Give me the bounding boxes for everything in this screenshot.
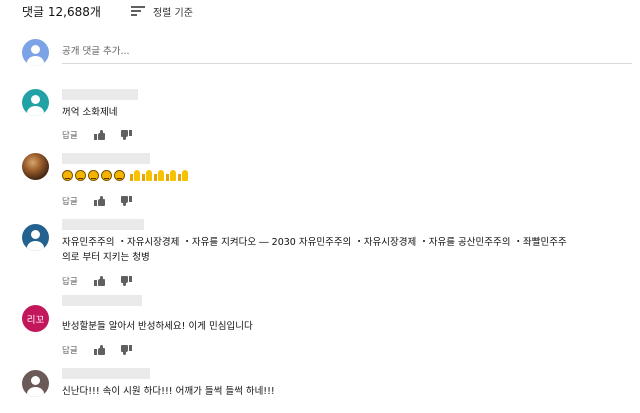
comment-text: 신난다!!! 속이 시원 하다!!! 어깨가 들썩 들썩 하네!!! bbox=[62, 386, 275, 397]
thumbs-up-emoji-icon bbox=[130, 170, 141, 181]
comment-actions: 답글 bbox=[62, 275, 132, 287]
comment-item: 답글 bbox=[22, 153, 622, 207]
comment-item: 리꼬 반성할분들 알아서 반성하세요! 이게 민심입니다 답글 bbox=[22, 292, 622, 356]
comment-item: 꺼억 소화제네 답글 bbox=[22, 89, 622, 141]
thumbs-up-icon[interactable] bbox=[93, 276, 106, 286]
thumbs-up-icon[interactable] bbox=[93, 196, 106, 206]
comment-text: 꺼억 소화제네 bbox=[62, 107, 118, 118]
thumbs-up-icon[interactable] bbox=[93, 345, 106, 355]
reply-button[interactable]: 답글 bbox=[62, 275, 78, 287]
grinning-emoji-icon bbox=[114, 170, 125, 181]
comment-text: 자유민주주의 ・자유시장경제 ・자유를 지켜다오 ― 2030 자유민주주의 ・… bbox=[62, 235, 567, 265]
reply-button[interactable]: 답글 bbox=[62, 195, 78, 207]
grinning-emoji-icon bbox=[62, 170, 73, 181]
thumbs-up-icon[interactable] bbox=[93, 130, 106, 140]
reply-button[interactable]: 답글 bbox=[62, 129, 78, 141]
user-avatar[interactable] bbox=[22, 89, 49, 116]
user-avatar[interactable] bbox=[22, 224, 49, 251]
reply-button[interactable]: 답글 bbox=[62, 344, 78, 356]
comment-text: 반성할분들 알아서 반성하세요! 이게 민심입니다 bbox=[62, 321, 253, 332]
author-name-redacted[interactable] bbox=[62, 219, 144, 230]
thumbs-up-emoji-icon bbox=[166, 170, 177, 181]
initials-avatar[interactable]: 리꼬 bbox=[22, 305, 49, 332]
add-comment-input[interactable] bbox=[62, 39, 632, 64]
comments-header: 댓글 12,688개 정렬 기준 bbox=[22, 0, 193, 22]
author-name-redacted[interactable] bbox=[62, 89, 138, 100]
thumbs-down-icon[interactable] bbox=[120, 345, 132, 355]
comment-item: 자유민주주의 ・자유시장경제 ・자유를 지켜다오 ― 2030 자유민주주의 ・… bbox=[22, 219, 632, 287]
comment-count: 댓글 12,688개 bbox=[22, 4, 101, 19]
sort-button[interactable]: 정렬 기준 bbox=[130, 4, 193, 19]
author-name-redacted[interactable] bbox=[62, 153, 150, 164]
author-name-redacted[interactable] bbox=[62, 368, 150, 379]
comment-text-line: 자유민주주의 ・자유시장경제 ・자유를 지켜다오 ― 2030 자유민주주의 ・… bbox=[62, 237, 567, 248]
comment-actions: 답글 bbox=[62, 129, 132, 141]
grinning-emoji-icon bbox=[88, 170, 99, 181]
thumbs-up-emoji-icon bbox=[154, 170, 165, 181]
user-avatar[interactable] bbox=[22, 370, 49, 397]
grinning-emoji-icon bbox=[75, 170, 86, 181]
comment-actions: 답글 bbox=[62, 344, 132, 356]
photo-avatar[interactable] bbox=[22, 153, 49, 180]
thumbs-down-icon[interactable] bbox=[120, 196, 132, 206]
comment-text-line: 의로 부터 지키는 청병 bbox=[62, 252, 150, 263]
comment-actions: 답글 bbox=[62, 195, 132, 207]
comment-emoji-text bbox=[62, 169, 190, 184]
grinning-emoji-icon bbox=[101, 170, 112, 181]
sort-icon bbox=[130, 6, 145, 16]
current-user-avatar bbox=[22, 39, 49, 66]
thumbs-up-emoji-icon bbox=[178, 170, 189, 181]
comment-item: 신난다!!! 속이 시원 하다!!! 어깨가 들썩 들썩 하네!!! bbox=[22, 368, 622, 413]
thumbs-down-icon[interactable] bbox=[120, 130, 132, 140]
author-name-redacted[interactable] bbox=[62, 295, 142, 306]
thumbs-up-emoji-icon bbox=[142, 170, 153, 181]
sort-label: 정렬 기준 bbox=[152, 7, 193, 19]
thumbs-down-icon[interactable] bbox=[120, 276, 132, 286]
add-comment-row bbox=[22, 39, 632, 67]
